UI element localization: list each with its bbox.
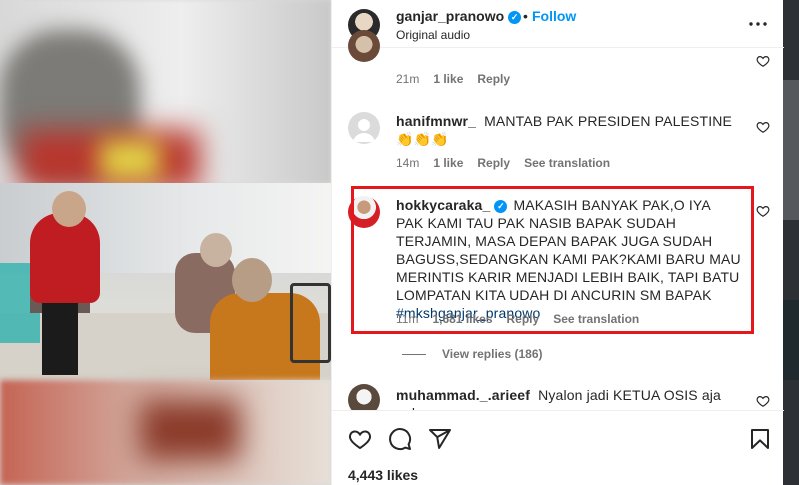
username-text[interactable]: ganjar_pranowo [396,8,504,24]
highlight-box [351,186,754,334]
likes-count[interactable]: 4,443 likes [348,467,418,483]
comment-body: hanifmnwr_ MANTAB PAK PRESIDEN PALESTINE… [396,112,736,148]
reply-button[interactable]: Reply [477,156,510,170]
comment-likes[interactable]: 1 like [433,72,463,86]
post-header: ganjar_pranowo ✓ • Follow Original audio [332,0,784,48]
next-post-edge [783,0,799,485]
reply-button[interactable]: Reply [477,72,510,86]
comment-time[interactable]: 21m [396,72,419,86]
share-icon[interactable] [428,427,452,451]
comment-time[interactable]: 14m [396,156,419,170]
verified-badge-icon: ✓ [508,11,522,24]
comment-meta: 14m 1 like Reply See translation [396,156,624,170]
comment-item: hanifmnwr_ MANTAB PAK PRESIDEN PALESTINE… [332,100,784,180]
comment-username[interactable]: muhammad._.arieef [396,387,530,403]
heart-icon[interactable] [756,120,770,134]
comment-meta: 21m 1 like Reply [396,72,524,86]
comment-icon[interactable] [388,427,412,451]
post-photo [0,183,331,380]
heart-icon[interactable] [348,427,372,451]
comment-item: muhammad._.arieef Nyalon jadi KETUA OSIS… [332,384,784,410]
heart-icon[interactable] [756,394,770,408]
heart-icon[interactable] [756,204,770,218]
audio-label[interactable]: Original audio [396,28,470,42]
comment-username[interactable]: hanifmnwr_ [396,113,476,129]
more-options-icon[interactable] [748,14,768,34]
comment-likes[interactable]: 1 like [433,156,463,170]
separator-dot: • [523,8,528,24]
blurred-image-bottom [0,380,331,485]
view-replies-button[interactable]: View replies (186) [442,347,543,361]
avatar[interactable] [348,112,380,144]
comment-body: muhammad._.arieef Nyalon jadi KETUA OSIS… [396,386,741,410]
post-media[interactable] [0,0,331,485]
avatar[interactable] [348,30,380,62]
follow-button[interactable]: Follow [532,8,576,24]
bookmark-icon[interactable] [748,427,772,451]
instagram-post-view: ganjar_pranowo ✓ • Follow Original audio … [0,0,799,485]
post-action-bar: 4,443 likes [332,410,784,485]
blurred-image-top [0,0,331,190]
post-username[interactable]: ganjar_pranowo ✓ [396,8,522,24]
comment-item: 21m 1 like Reply [332,30,784,94]
heart-icon[interactable] [756,54,770,68]
view-replies-line [402,354,426,355]
avatar[interactable] [348,384,380,410]
see-translation-button[interactable]: See translation [524,156,610,170]
